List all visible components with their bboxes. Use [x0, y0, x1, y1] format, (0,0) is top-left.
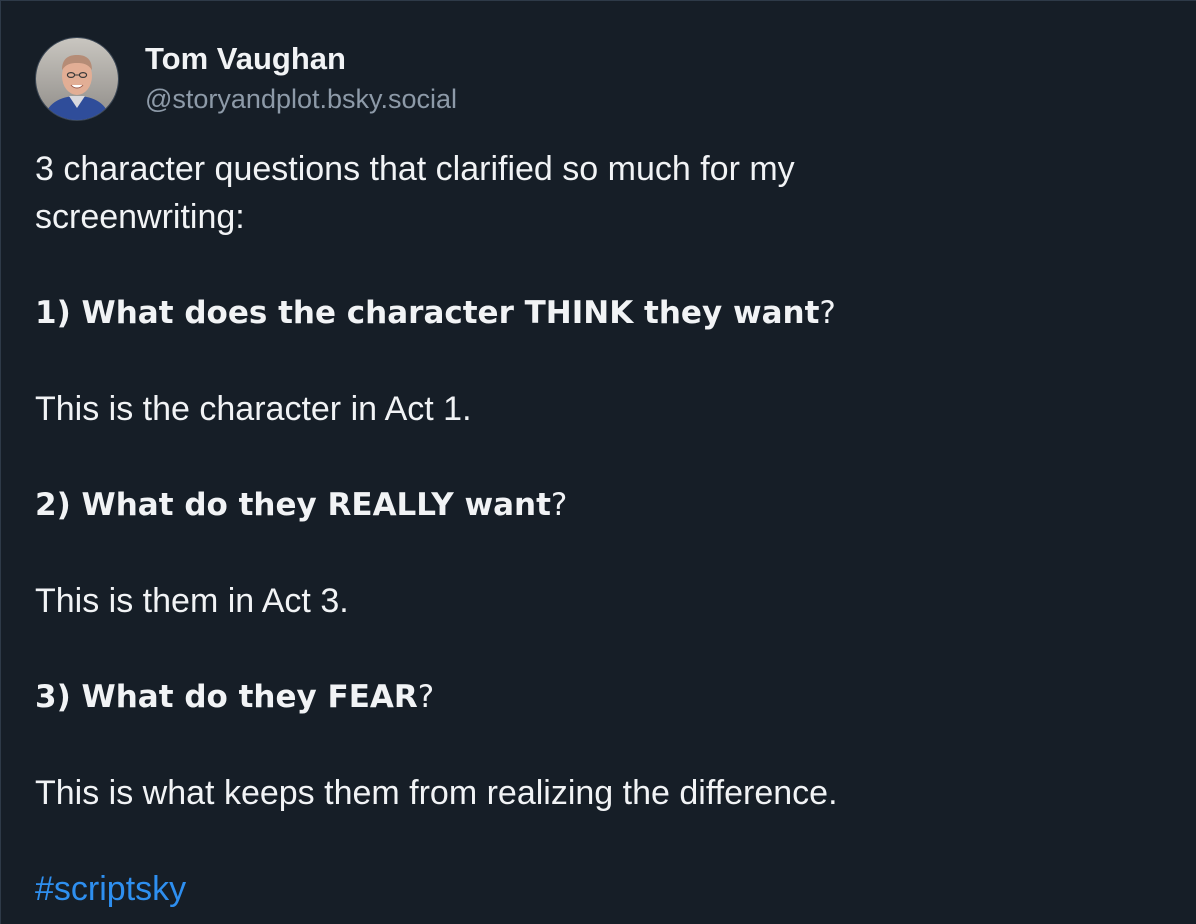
intro-line: 3 character questions that clarified so …: [35, 150, 795, 188]
hashtag-link[interactable]: #scriptsky: [35, 870, 186, 908]
post-card: Tom Vaughan @storyandplot.bsky.social 3 …: [0, 0, 1196, 924]
intro-line: screenwriting:: [35, 198, 245, 236]
question-3-text: What do they FEAR: [81, 679, 418, 715]
question-2: 2) What do they REALLY want?: [35, 481, 1165, 529]
question-1-mark: ?: [819, 295, 836, 331]
author-display-name[interactable]: Tom Vaughan: [145, 39, 457, 79]
post-text: 3 character questions that clarified so …: [35, 145, 1165, 913]
question-2-number: 2): [35, 487, 82, 523]
question-1: 1) What does the character THINK they wa…: [35, 289, 1165, 337]
question-2-mark: ?: [550, 487, 568, 523]
avatar-photo-icon: [36, 38, 118, 120]
question-2-text: What do they REALLY want: [81, 487, 551, 523]
answer-2: This is them in Act 3.: [35, 582, 349, 620]
question-1-number: 1): [35, 295, 82, 331]
question-3-number: 3): [35, 679, 82, 715]
question-3-mark: ?: [417, 679, 435, 715]
author-names: Tom Vaughan @storyandplot.bsky.social: [145, 41, 457, 117]
question-1-text: What does the character THINK they want: [81, 295, 820, 331]
answer-3: This is what keeps them from realizing t…: [35, 774, 838, 812]
question-3: 3) What do they FEAR?: [35, 673, 1165, 721]
post-header: Tom Vaughan @storyandplot.bsky.social: [35, 37, 457, 121]
avatar[interactable]: [35, 37, 119, 121]
answer-1: This is the character in Act 1.: [35, 390, 472, 428]
author-handle[interactable]: @storyandplot.bsky.social: [145, 81, 457, 117]
hashtag-line: #scriptsky: [35, 865, 1165, 913]
